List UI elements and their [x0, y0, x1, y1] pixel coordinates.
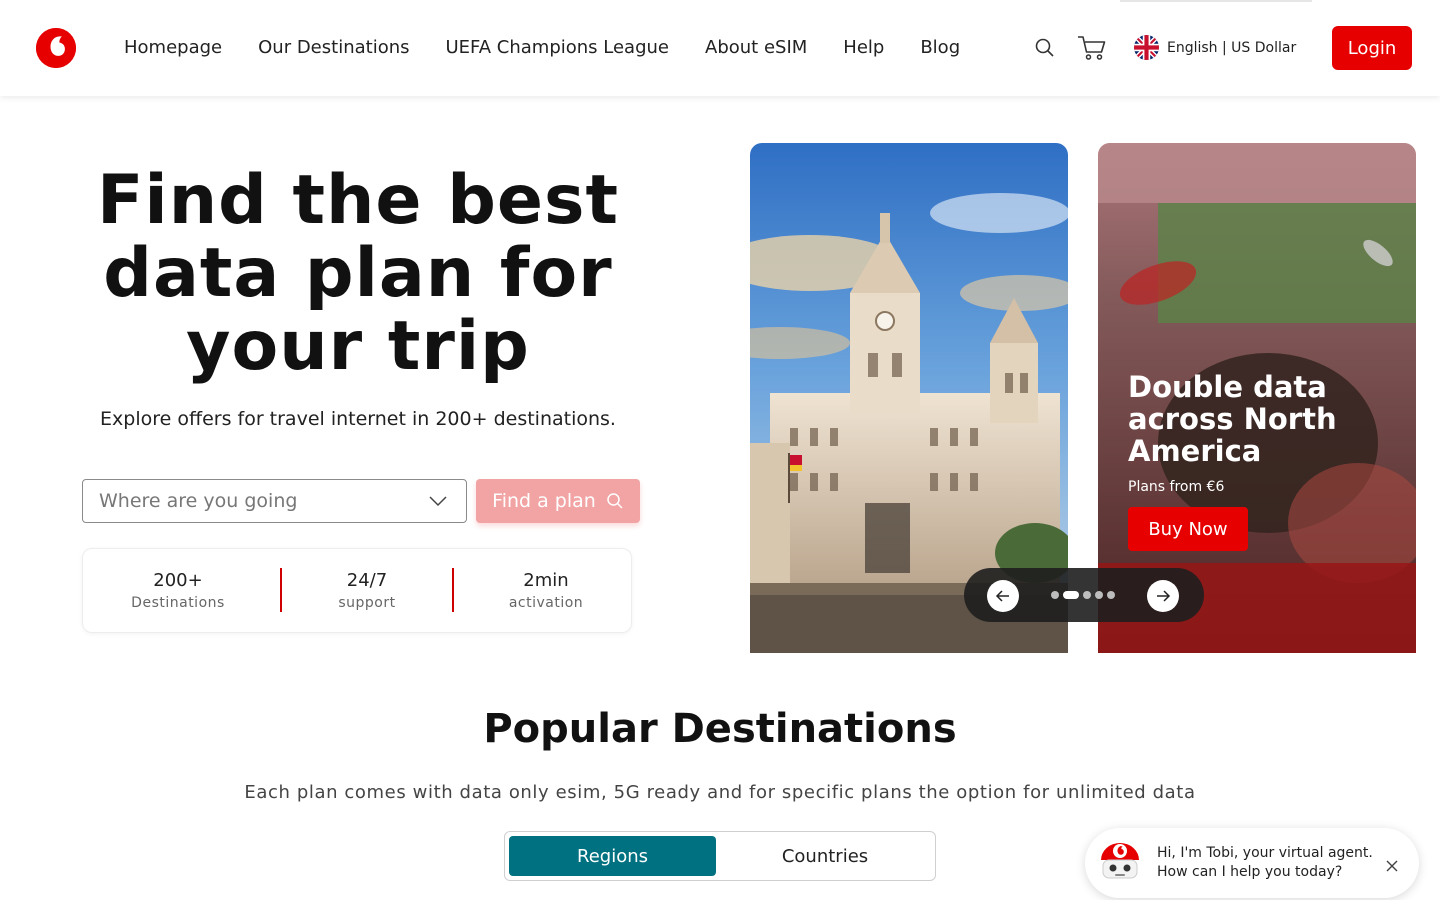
stat-value: 2min: [523, 570, 569, 591]
nav-help[interactable]: Help: [843, 36, 884, 60]
stat-label: activation: [508, 595, 584, 611]
carousel-dot[interactable]: [1083, 591, 1091, 599]
find-plan-button[interactable]: Find a plan: [476, 479, 640, 523]
nav-about-esim[interactable]: About eSIM: [705, 36, 807, 60]
chevron-down-icon: [429, 496, 447, 507]
tobi-avatar-icon: [1095, 838, 1145, 888]
carousel-prev-button[interactable]: [987, 580, 1019, 612]
carousel-dot[interactable]: [1051, 591, 1059, 599]
destination-select-placeholder: Where are you going: [99, 490, 298, 512]
uk-flag-icon: [1134, 35, 1159, 60]
hero-subtitle: Explore offers for travel internet in 20…: [100, 408, 616, 430]
virtual-agent-chat[interactable]: Hi, I'm Tobi, your virtual agent. How ca…: [1085, 828, 1419, 898]
carousel-dot[interactable]: [1095, 591, 1103, 599]
tab-regions[interactable]: Regions: [509, 836, 716, 876]
stat-label: Destinations: [131, 595, 225, 611]
carousel-dot[interactable]: [1063, 591, 1079, 599]
search-icon: [607, 493, 623, 509]
stat-activation: 2min activation: [481, 569, 611, 613]
language-label: English | US Dollar: [1167, 39, 1297, 56]
stat-divider: [452, 568, 454, 612]
main-nav: Homepage Our Destinations UEFA Champions…: [124, 36, 996, 60]
stat-support: 24/7 support: [302, 569, 432, 613]
carousel-dot[interactable]: [1107, 591, 1115, 599]
region-country-toggle: Regions Countries: [504, 831, 936, 881]
carousel-controls: [964, 568, 1204, 622]
popular-destinations-title: Popular Destinations: [483, 706, 957, 752]
promo-price: Plans from €6: [1128, 479, 1225, 495]
destination-select[interactable]: Where are you going: [82, 479, 467, 523]
buy-now-button[interactable]: Buy Now: [1128, 507, 1248, 551]
nav-blog[interactable]: Blog: [920, 36, 960, 60]
language-currency-selector[interactable]: English | US Dollar: [1134, 35, 1296, 60]
stat-value: 200+: [153, 570, 203, 591]
stat-divider: [280, 568, 282, 612]
carousel-dots: [1051, 591, 1115, 599]
hero-title: Find the best data plan for your trip: [96, 161, 619, 386]
stat-destinations: 200+ Destinations: [113, 569, 243, 613]
arrow-left-icon: [995, 590, 1009, 602]
stat-label: support: [338, 595, 396, 611]
cart-icon[interactable]: [1076, 34, 1108, 62]
language-indicator-bar: [1120, 0, 1312, 2]
nav-our-destinations[interactable]: Our Destinations: [258, 36, 409, 60]
arrow-right-icon: [1157, 590, 1171, 602]
nav-homepage[interactable]: Homepage: [124, 36, 222, 60]
find-plan-label: Find a plan: [492, 490, 596, 512]
nav-uefa-champions-league[interactable]: UEFA Champions League: [446, 36, 670, 60]
tab-countries[interactable]: Countries: [719, 836, 931, 876]
site-header: Homepage Our Destinations UEFA Champions…: [0, 0, 1440, 96]
chat-line-2: How can I help you today?: [1157, 864, 1343, 880]
popular-destinations-subtitle: Each plan comes with data only esim, 5G …: [244, 782, 1196, 803]
chat-line-1: Hi, I'm Tobi, your virtual agent.: [1157, 845, 1373, 861]
chat-message: Hi, I'm Tobi, your virtual agent. How ca…: [1157, 844, 1373, 882]
carousel-next-button[interactable]: [1147, 580, 1179, 612]
promo-title: Double data across North America: [1128, 370, 1337, 468]
login-button[interactable]: Login: [1332, 26, 1412, 70]
close-icon[interactable]: [1385, 858, 1399, 872]
vodafone-logo-icon[interactable]: [36, 28, 76, 68]
stat-value: 24/7: [346, 570, 388, 591]
stats-panel: 200+ Destinations 24/7 support 2min acti…: [82, 548, 632, 633]
search-icon[interactable]: [1034, 37, 1056, 59]
